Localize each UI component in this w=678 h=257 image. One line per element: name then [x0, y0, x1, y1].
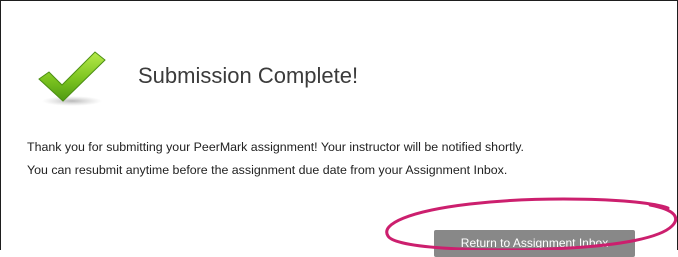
message-line: You can resubmit anytime before the assi… — [27, 163, 508, 177]
checkmark-icon — [38, 51, 106, 106]
confirmation-message: Thank you for submitting your PeerMark a… — [27, 136, 524, 182]
page-title: Submission Complete! — [138, 63, 359, 88]
submission-complete-panel: Submission Complete! Thank you for submi… — [0, 0, 678, 257]
message-line: Thank you for submitting your PeerMark a… — [27, 140, 524, 154]
return-to-assignment-inbox-button[interactable]: Return to Assignment Inbox — [434, 230, 635, 257]
